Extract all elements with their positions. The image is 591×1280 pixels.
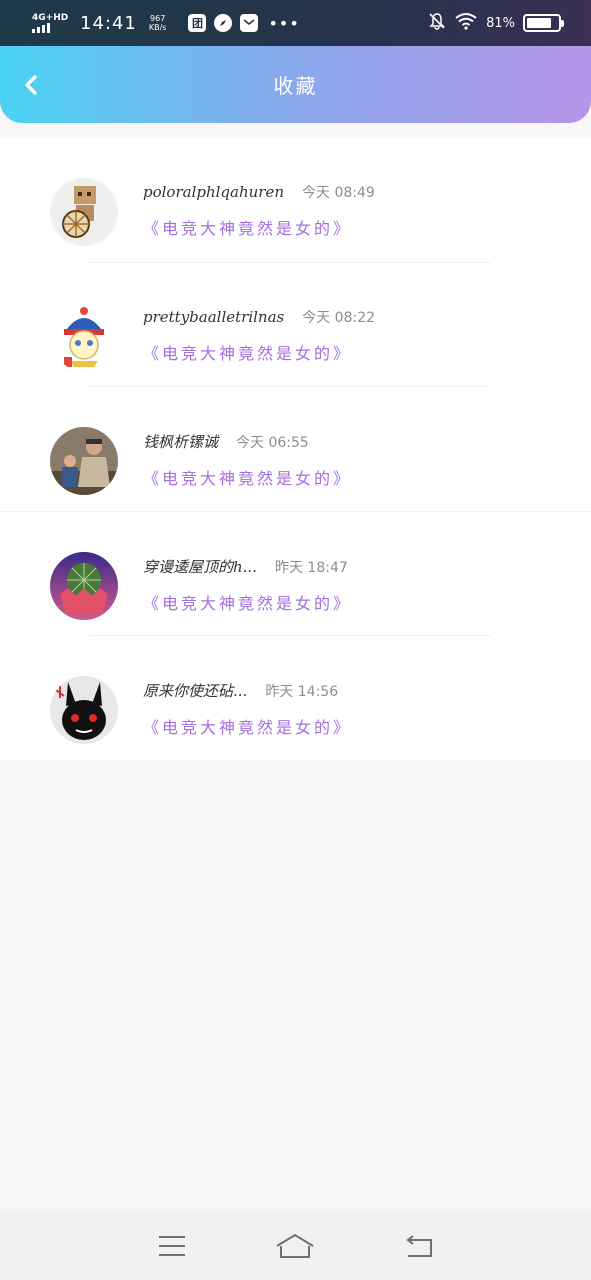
network-indicator: 4G+HD [32, 13, 69, 33]
page-title: 收藏 [273, 74, 318, 98]
wifi-icon [454, 12, 478, 34]
cardboard-robot-avatar [50, 178, 118, 246]
clock: 14:41 [80, 12, 137, 34]
avatar[interactable] [50, 551, 118, 620]
compass-app-icon [214, 14, 233, 32]
timestamp: 今天 08:49 [302, 185, 375, 201]
avatar[interactable] [50, 427, 118, 495]
system-nav-bar [0, 1212, 591, 1280]
list-item[interactable]: poloralphlqahuren 今天 08:49 《电竞大神竟然是女的》 [0, 138, 591, 263]
book-title-link[interactable]: 《电竞大神竟然是女的》 [143, 340, 571, 364]
user-name: 穿谩逶屋顶的h... [143, 557, 257, 576]
signal-icon [32, 23, 66, 33]
user-name: prettybaalletrilnas [143, 307, 285, 326]
book-title-link[interactable]: 《电竞大神竟然是女的》 [143, 215, 571, 239]
favorites-list: poloralphlqahuren 今天 08:49 《电竞大神竟然是女的》 p… [0, 138, 591, 760]
timestamp: 昨天 18:47 [274, 559, 348, 576]
home-icon [276, 1233, 315, 1258]
book-title-link[interactable]: 《电竞大神竟然是女的》 [143, 465, 571, 489]
avatar[interactable] [50, 676, 118, 744]
avatar[interactable] [50, 302, 118, 371]
list-item[interactable]: 原来你使还砧... 昨天 14:56 《电竞大神竟然是女的》 [0, 636, 591, 761]
mute-bell-icon [428, 12, 446, 34]
header-bar: 收藏 [0, 46, 591, 123]
battery-fill [527, 18, 552, 28]
list-item[interactable]: 穿谩逶屋顶的h... 昨天 18:47 《电竞大神竟然是女的》 [0, 512, 591, 636]
battery-icon [523, 14, 564, 32]
network-speed: 967 KB/s [149, 14, 167, 32]
more-dots-icon: ••• [268, 13, 300, 33]
battery-percent: 81% [486, 15, 515, 31]
home-button[interactable] [275, 1226, 315, 1266]
book-title-link[interactable]: 《电竞大神竟然是女的》 [143, 714, 571, 738]
parent-child-photo-avatar [50, 427, 118, 495]
avatar[interactable] [50, 178, 118, 246]
timestamp: 今天 06:55 [236, 435, 309, 451]
back-nav-button[interactable] [399, 1226, 439, 1266]
tuan-app-icon: 团 [188, 14, 207, 32]
list-item[interactable]: 钱枫析镙诚 今天 06:55 《电竞大神竟然是女的》 [0, 387, 591, 512]
book-title-link[interactable]: 《电竞大神竟然是女的》 [143, 590, 571, 614]
cartoon-character-avatar [50, 302, 118, 371]
mail-app-icon [240, 14, 259, 32]
black-bunny-avatar [50, 676, 118, 744]
menu-icon [158, 1236, 185, 1256]
cactus-photo-avatar [50, 551, 118, 620]
chevron-left-icon [25, 75, 37, 95]
timestamp: 今天 08:22 [302, 309, 376, 326]
user-name: poloralphlqahuren [143, 183, 285, 201]
network-speed-value: 967 [150, 14, 166, 23]
status-bar: 4G+HD 14:41 967 KB/s 团 ••• 81% [0, 0, 591, 46]
back-button[interactable] [18, 72, 44, 98]
back-icon [406, 1235, 433, 1257]
timestamp: 昨天 14:56 [265, 684, 339, 700]
network-speed-unit: KB/s [148, 23, 167, 32]
list-item[interactable]: prettybaalletrilnas 今天 08:22 《电竞大神竟然是女的》 [0, 263, 591, 387]
user-name: 钱枫析镙诚 [143, 433, 219, 451]
user-name: 原来你使还砧... [143, 682, 248, 700]
network-type: 4G+HD [32, 13, 69, 23]
menu-button[interactable] [152, 1226, 192, 1266]
